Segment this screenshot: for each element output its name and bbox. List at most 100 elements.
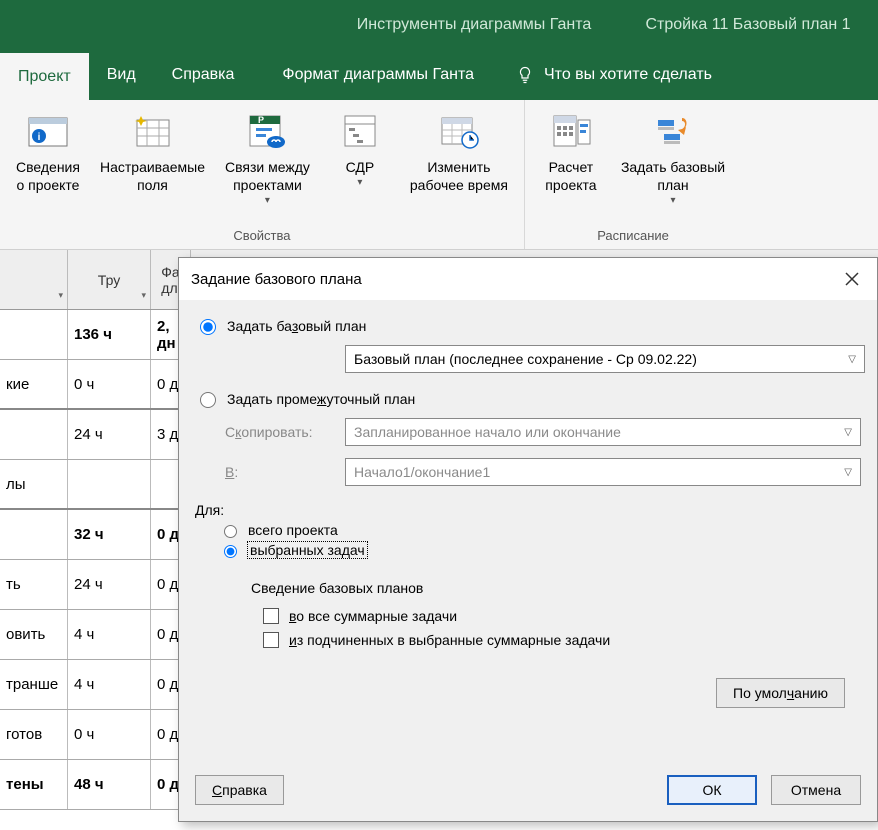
chk-label: во все суммарные задачи [289, 608, 457, 624]
cell: 0 ч [68, 360, 151, 408]
calculator-icon [550, 110, 592, 152]
cell: транше [0, 660, 68, 709]
cmd-custom-fields[interactable]: Настраиваемые поля [90, 104, 215, 194]
chk-rollup-from-sub[interactable]: из подчиненных в выбранные суммарные зад… [263, 632, 861, 648]
col-header-work[interactable]: Тру▾ [68, 250, 151, 309]
cmd-label: Настраиваемые поля [100, 158, 205, 194]
dropdown-icon: ▾ [141, 290, 146, 301]
cell: 4 ч [68, 660, 151, 709]
radio-scope-all[interactable]: всего проекта [219, 522, 861, 538]
into-combo[interactable]: Начало1/окончание1 ▽ [345, 458, 861, 486]
info-icon: i [27, 110, 69, 152]
rollup-header: Сведение базовых планов [251, 580, 861, 596]
copy-label: Скопировать: [225, 424, 335, 440]
cmd-change-worktime[interactable]: Изменить рабочее время [400, 104, 518, 194]
chevron-down-icon: ▽ [848, 354, 856, 365]
tell-me-label: Что вы хотите сделать [544, 66, 712, 84]
chevron-down-icon: ▽ [844, 467, 852, 478]
lightbulb-icon [516, 66, 534, 84]
defaults-button[interactable]: По умолчанию [716, 678, 845, 708]
ribbon-group-properties: i Сведения о проекте Настраиваемые поля … [0, 100, 525, 249]
document-title: Стройка 11 Базовый план 1 [618, 16, 878, 34]
dialog-title: Задание базового плана [191, 271, 362, 288]
radio-label: Задать промежуточный план [227, 391, 415, 407]
baseline-combo[interactable]: Базовый план (последнее сохранение - Ср … [345, 345, 865, 373]
cell [68, 460, 151, 508]
cell [0, 510, 68, 559]
col-header[interactable]: ▾ [0, 250, 68, 309]
checkbox-icon [263, 608, 279, 624]
svg-text:P: P [258, 115, 264, 125]
cell: готов [0, 710, 68, 759]
scope-section: Для: всего проекта выбранных задач [195, 496, 861, 562]
cell: 48 ч [68, 760, 151, 809]
radio-scope-selected[interactable]: выбранных задач [219, 542, 861, 558]
checkbox-icon [263, 632, 279, 648]
into-label: В: [225, 464, 335, 480]
radio-input[interactable] [200, 392, 216, 408]
cell: кие [0, 360, 68, 408]
cmd-set-baseline[interactable]: Задать базовый план ▾ [611, 104, 735, 207]
dropdown-icon: ▾ [58, 290, 63, 301]
cancel-button[interactable]: Отмена [771, 775, 861, 805]
group-label: Свойства [6, 224, 518, 249]
baseline-icon [652, 110, 694, 152]
close-button[interactable] [837, 264, 867, 294]
copy-combo[interactable]: Запланированное начало или окончание ▽ [345, 418, 861, 446]
wbs-icon [339, 110, 381, 152]
radio-input[interactable] [224, 545, 237, 558]
cmd-label: Расчет проекта [545, 158, 596, 194]
radio-label: Задать базовый план [227, 318, 366, 334]
calendar-clock-icon [438, 110, 480, 152]
cmd-calc-project[interactable]: Расчет проекта [531, 104, 611, 194]
radio-set-baseline[interactable]: Задать базовый план [195, 316, 861, 335]
svg-text:i: i [38, 132, 41, 143]
cmd-wbs[interactable]: СДР ▾ [320, 104, 400, 189]
title-bar: Инструменты диаграммы Ганта Стройка 11 Б… [0, 0, 878, 50]
ribbon: i Сведения о проекте Настраиваемые поля … [0, 100, 878, 250]
tab-gantt-format[interactable]: Формат диаграммы Ганта [252, 50, 504, 100]
close-icon [845, 272, 859, 286]
tab-view[interactable]: Вид [89, 50, 154, 100]
chevron-down-icon: ▽ [844, 427, 852, 438]
cmd-project-info[interactable]: i Сведения о проекте [6, 104, 90, 194]
cmd-label: Сведения о проекте [16, 158, 80, 194]
cmd-label: Задать базовый план [621, 158, 725, 194]
context-tab-title: Инструменты диаграммы Ганта [0, 16, 618, 34]
cell: 32 ч [68, 510, 151, 559]
chevron-down-icon: ▾ [357, 176, 362, 189]
cell: 4 ч [68, 610, 151, 659]
cell: лы [0, 460, 68, 508]
combo-value: Запланированное начало или окончание [354, 424, 621, 440]
project-link-icon: P [246, 110, 288, 152]
combo-value: Базовый план (последнее сохранение - Ср … [354, 351, 697, 367]
ok-button[interactable]: ОК [667, 775, 757, 805]
chk-rollup-all-summary[interactable]: во все суммарные задачи [263, 608, 861, 624]
tab-project[interactable]: Проект [0, 50, 89, 100]
chevron-down-icon: ▾ [671, 194, 676, 207]
set-baseline-dialog: Задание базового плана Задать базовый пл… [178, 257, 878, 822]
cell: овить [0, 610, 68, 659]
chevron-down-icon: ▾ [265, 194, 270, 207]
cell [0, 310, 68, 359]
group-label: Расписание [531, 224, 735, 249]
ribbon-group-schedule: Расчет проекта Задать базовый план ▾ Рас… [525, 100, 741, 249]
cell: тены [0, 760, 68, 809]
scope-label: Для: [195, 502, 861, 518]
dialog-footer: Справка ОК Отмена [179, 765, 877, 821]
cell: ть [0, 560, 68, 609]
cell: 136 ч [68, 310, 151, 359]
tab-help[interactable]: Справка [154, 50, 253, 100]
cell: 24 ч [68, 560, 151, 609]
cell: 24 ч [68, 410, 151, 459]
tell-me[interactable]: Что вы хотите сделать [504, 50, 724, 100]
radio-input[interactable] [200, 319, 216, 335]
help-button[interactable]: Справка [195, 775, 284, 805]
chk-label: из подчиненных в выбранные суммарные зад… [289, 632, 610, 648]
radio-input[interactable] [224, 525, 237, 538]
cell: 0 ч [68, 710, 151, 759]
cell [0, 410, 68, 459]
cmd-project-links[interactable]: P Связи между проектами ▾ [215, 104, 320, 207]
radio-set-interim[interactable]: Задать промежуточный план [195, 389, 861, 408]
grid-sparkle-icon [131, 110, 173, 152]
